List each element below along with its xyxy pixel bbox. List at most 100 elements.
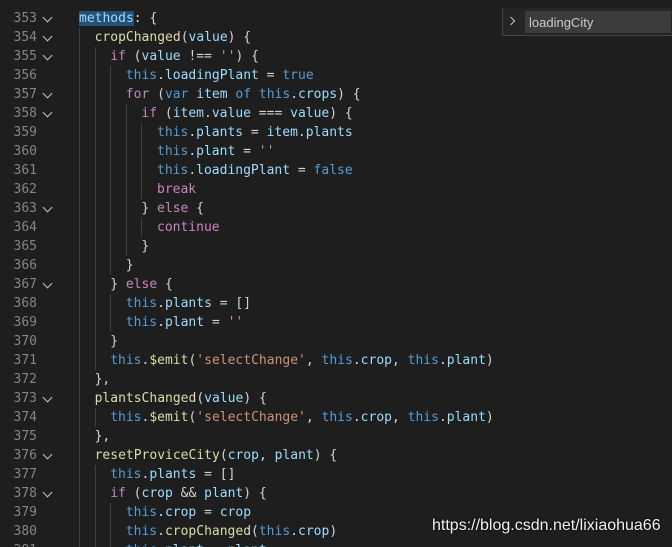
code-line[interactable]: 372}, bbox=[0, 370, 672, 389]
code-line[interactable]: 373 plantsChanged(value) { bbox=[0, 389, 672, 408]
code-line[interactable]: 355 if (value !== '') { bbox=[0, 47, 672, 66]
code-token: continue bbox=[157, 220, 220, 235]
indent-guide bbox=[94, 66, 96, 85]
indent-guide bbox=[94, 237, 96, 256]
code-token: 'selectChange' bbox=[196, 353, 306, 368]
code-line[interactable]: 359 this.plants = item.plants bbox=[0, 123, 672, 142]
indent-guide bbox=[110, 218, 112, 237]
indent-guide bbox=[94, 199, 96, 218]
code-line[interactable]: 369 this.plant = '' bbox=[0, 313, 672, 332]
indent-guide bbox=[141, 123, 143, 142]
fold-chevron-icon[interactable] bbox=[42, 31, 53, 42]
fold-chevron-icon[interactable] bbox=[42, 392, 53, 403]
find-widget bbox=[502, 8, 672, 36]
code-text: } else { bbox=[110, 275, 173, 294]
code-token: plant bbox=[165, 543, 204, 547]
code-token: this bbox=[407, 410, 439, 425]
find-replace-toggle[interactable] bbox=[503, 8, 523, 36]
code-line[interactable]: 364 continue bbox=[0, 218, 672, 237]
code-line[interactable]: 362 break bbox=[0, 180, 672, 199]
code-line[interactable]: 357 for (var item of this.crops) { bbox=[0, 85, 672, 104]
code-line[interactable]: 375}, bbox=[0, 427, 672, 446]
code-line[interactable]: 358 if (item.value === value) { bbox=[0, 104, 672, 123]
code-line[interactable]: 361 this.loadingPlant = false bbox=[0, 161, 672, 180]
line-number: 379 bbox=[13, 505, 37, 520]
code-line[interactable]: 368 this.plants = [] bbox=[0, 294, 672, 313]
code-token: === bbox=[250, 106, 291, 121]
fold-chevron-icon[interactable] bbox=[42, 50, 53, 61]
indent-guide bbox=[125, 199, 127, 218]
indent-guide bbox=[110, 313, 112, 332]
indent-guide bbox=[79, 123, 80, 142]
line-number: 362 bbox=[13, 182, 37, 197]
fold-chevron-icon[interactable] bbox=[42, 202, 53, 213]
code-text: this.plant = '' bbox=[157, 142, 274, 161]
indent-guide bbox=[79, 199, 80, 218]
code-line[interactable]: 367} else { bbox=[0, 275, 672, 294]
code-token: plantsChanged bbox=[94, 391, 197, 406]
indent-guide bbox=[79, 408, 80, 427]
fold-chevron-icon[interactable] bbox=[42, 278, 53, 289]
indent-guide bbox=[79, 218, 80, 237]
line-number: 369 bbox=[13, 315, 37, 330]
fold-chevron-icon[interactable] bbox=[42, 107, 53, 118]
indent-guide bbox=[125, 218, 127, 237]
code-token: ) { bbox=[329, 106, 353, 121]
indent-guide bbox=[79, 85, 80, 104]
code-token: crops bbox=[298, 87, 338, 102]
code-line[interactable]: 371 this.$emit('selectChange', this.crop,… bbox=[0, 351, 672, 370]
code-text: if (item.value === value) { bbox=[141, 104, 352, 123]
code-text: this.$emit('selectChange', this.crop, th… bbox=[110, 351, 494, 370]
code-token: plant bbox=[164, 315, 205, 330]
code-token: = [] bbox=[196, 467, 236, 482]
code-token: plant bbox=[196, 144, 236, 159]
code-line[interactable]: 356 this.loadingPlant = true bbox=[0, 66, 672, 85]
code-token: if bbox=[110, 486, 126, 501]
line-number: 370 bbox=[13, 334, 37, 349]
indent-guide bbox=[110, 294, 112, 313]
code-editor[interactable]: 353 methods: {354 cropChanged(value) {355 i… bbox=[0, 0, 672, 547]
code-token: ) { bbox=[227, 30, 252, 45]
code-line[interactable]: 363} else { bbox=[0, 199, 672, 218]
code-token: this bbox=[110, 353, 142, 368]
code-token: this bbox=[125, 68, 158, 83]
code-token: , bbox=[258, 448, 275, 463]
code-line[interactable]: 366} bbox=[0, 256, 672, 275]
code-token: crop bbox=[141, 486, 173, 501]
code-text: this.plants = [] bbox=[126, 294, 251, 313]
code-token: plant bbox=[446, 410, 486, 425]
indent-guide bbox=[110, 85, 112, 104]
line-number: 373 bbox=[13, 391, 37, 406]
code-line[interactable]: 377 this.plants = [] bbox=[0, 465, 672, 484]
indent-guide bbox=[94, 522, 96, 541]
code-line[interactable]: 376 resetProviceCity(crop, plant) { bbox=[0, 446, 672, 465]
code-line[interactable]: 374 this.$emit('selectChange', this.crop,… bbox=[0, 408, 672, 427]
find-input[interactable] bbox=[525, 11, 671, 33]
fold-chevron-icon[interactable] bbox=[42, 12, 53, 23]
code-text: this.plants = [] bbox=[110, 465, 235, 484]
code-line[interactable]: 370} bbox=[0, 332, 672, 351]
indent-guide bbox=[79, 484, 80, 503]
code-line[interactable]: 381this.plant = plant bbox=[0, 541, 672, 547]
code-token: . bbox=[157, 543, 165, 547]
code-token: item bbox=[266, 125, 298, 140]
line-number: 377 bbox=[13, 467, 37, 482]
code-token: . bbox=[157, 315, 165, 330]
indent-guide bbox=[110, 522, 112, 541]
code-line[interactable]: 360 this.plant = '' bbox=[0, 142, 672, 161]
code-token: value bbox=[141, 49, 181, 64]
indent-guide bbox=[94, 85, 96, 104]
fold-chevron-icon[interactable] bbox=[42, 487, 53, 498]
code-line[interactable]: 365} bbox=[0, 237, 672, 256]
code-token: } bbox=[110, 334, 119, 349]
code-line[interactable]: 378 if (crop && plant) { bbox=[0, 484, 672, 503]
code-token: this bbox=[321, 410, 353, 425]
code-token: item bbox=[196, 87, 228, 102]
indent-guide bbox=[79, 66, 80, 85]
line-number: 375 bbox=[13, 429, 37, 444]
fold-chevron-icon[interactable] bbox=[42, 88, 53, 99]
code-token: ( bbox=[219, 448, 228, 463]
line-number: 353 bbox=[13, 11, 37, 26]
fold-chevron-icon[interactable] bbox=[42, 449, 53, 460]
code-token: else bbox=[157, 201, 189, 216]
